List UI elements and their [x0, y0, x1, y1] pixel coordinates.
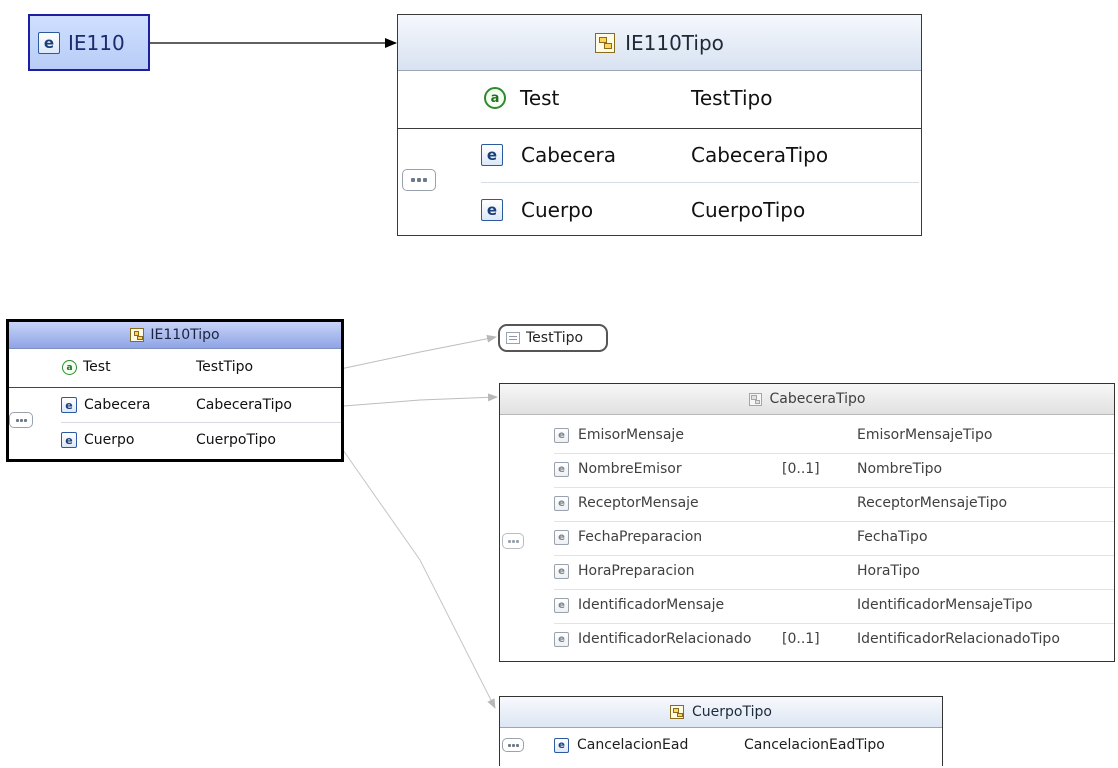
element-icon: e [38, 31, 60, 54]
child-name: FechaPreparacion [578, 529, 703, 545]
child-name: NombreEmisor [578, 461, 682, 477]
child-type: FechaTipo [857, 529, 928, 545]
row-divider [554, 487, 1114, 488]
sequence-icon[interactable] [9, 412, 33, 428]
element-icon: e [554, 598, 569, 613]
ie110tipo-large-sequence: e Cabecera CabeceraTipo e Cuerpo CuerpoT… [398, 129, 921, 237]
ie110-element-inner: e IE110 [38, 31, 125, 55]
row-divider [554, 521, 1114, 522]
attribute-name: Test [83, 359, 111, 375]
row-divider [554, 623, 1114, 624]
element-icon: e [554, 564, 569, 579]
element-icon: e [554, 428, 569, 443]
test-to-testtipo-connector [330, 334, 497, 372]
ie110tipo-small-attribute-row[interactable]: a Test TestTipo [9, 349, 341, 388]
child-type: CabeceraTipo [196, 397, 292, 413]
child-name: Cuerpo [521, 197, 594, 222]
element-icon: e [481, 198, 503, 221]
cabeceratipo-header: CabeceraTipo [500, 384, 1114, 415]
complex-type-icon [670, 705, 685, 719]
child-type: CancelacionEadTipo [744, 737, 885, 753]
testtipo-simple-type[interactable]: TestTipo [498, 324, 608, 352]
child-type: CuerpoTipo [691, 197, 806, 222]
child-name: HoraPreparacion [578, 563, 695, 579]
cuerpotipo-header: CuerpoTipo [500, 697, 942, 728]
child-name: CancelacionEad [577, 737, 689, 753]
cabeceratipo-body: e EmisorMensaje EmisorMensajeTipo e NombreEm… [500, 415, 1114, 662]
cuerpotipo-body: e CancelacionEad CancelacionEadTipo [500, 728, 942, 768]
child-type: EmisorMensajeTipo [857, 427, 993, 443]
attribute-icon: a [62, 360, 77, 375]
ie110tipo-small-sequence: e Cabecera CabeceraTipo e Cuerpo CuerpoT… [9, 388, 341, 458]
child-type: ReceptorMensajeTipo [857, 495, 1008, 511]
ie110-element-label: IE110 [68, 30, 125, 55]
child-type: IdentificadorRelacionadoTipo [857, 631, 1060, 647]
sequence-icon[interactable] [502, 738, 524, 752]
cuerpotipo-box[interactable]: CuerpoTipo e CancelacionEad CancelacionE… [499, 696, 943, 766]
child-type: CabeceraTipo [691, 142, 829, 167]
simple-type-icon [506, 332, 520, 344]
child-type: CuerpoTipo [196, 432, 276, 448]
ie110tipo-large-header: IE110Tipo [398, 15, 921, 71]
child-type: IdentificadorMensajeTipo [857, 597, 1033, 613]
child-name: IdentificadorMensaje [578, 597, 725, 613]
ie110tipo-small-header: IE110Tipo [9, 322, 341, 349]
complex-type-icon [748, 392, 762, 406]
element-icon: e [61, 397, 77, 413]
child-type: HoraTipo [857, 563, 920, 579]
cabecera-to-cabeceratipo-connector [330, 393, 498, 408]
element-icon: e [481, 143, 503, 166]
testtipo-label: TestTipo [526, 330, 584, 346]
element-icon: e [554, 738, 569, 753]
child-occurrence: [0..1] [782, 461, 820, 477]
row-divider [554, 453, 1114, 454]
cuerpo-to-cuerpotipo-connector [342, 449, 496, 709]
ie110tipo-small-title: IE110Tipo [150, 327, 220, 343]
ie110tipo-large-box[interactable]: IE110Tipo a Test TestTipo e Cabecera Cab… [397, 14, 922, 236]
child-occurrence: [0..1] [782, 631, 820, 647]
child-name: Cabecera [521, 142, 616, 167]
ie110tipo-large-title: IE110Tipo [625, 30, 724, 55]
element-icon: e [554, 496, 569, 511]
child-type: NombreTipo [857, 461, 943, 477]
row-divider [554, 555, 1114, 556]
element-icon: e [554, 632, 569, 647]
element-icon: e [61, 432, 77, 448]
child-name: ReceptorMensaje [578, 495, 699, 511]
cuerpotipo-title: CuerpoTipo [692, 704, 772, 720]
child-name: Cuerpo [84, 432, 135, 448]
sequence-icon[interactable] [402, 169, 436, 191]
row-divider [61, 422, 341, 423]
sequence-icon[interactable] [502, 533, 524, 549]
element-icon: e [554, 462, 569, 477]
child-name: EmisorMensaje [578, 427, 684, 443]
child-name: Cabecera [84, 397, 151, 413]
row-divider [481, 182, 919, 183]
attribute-type: TestTipo [196, 359, 254, 375]
cabeceratipo-title: CabeceraTipo [769, 391, 866, 407]
element-icon: e [554, 530, 569, 545]
attribute-name: Test [520, 86, 560, 110]
attribute-icon: a [484, 87, 506, 109]
cabeceratipo-box[interactable]: CabeceraTipo e EmisorMensaje EmisorMensaje… [499, 383, 1115, 662]
child-name: IdentificadorRelacionado [578, 631, 752, 647]
ie110tipo-small-box[interactable]: IE110Tipo a Test TestTipo e Cabecera Cab… [6, 319, 344, 462]
ie110tipo-large-attribute-row[interactable]: a Test TestTipo [398, 71, 921, 129]
complex-type-icon [130, 328, 145, 342]
complex-type-icon [595, 32, 616, 53]
ie110-element[interactable]: e IE110 [28, 14, 150, 71]
attribute-type: TestTipo [691, 86, 773, 110]
row-divider [554, 589, 1114, 590]
